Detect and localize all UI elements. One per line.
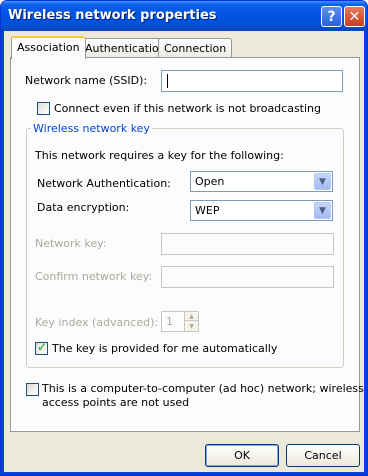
spin-up-icon[interactable]: ▲: [185, 312, 198, 321]
auto-key-checkbox[interactable]: ✓: [35, 340, 48, 355]
chevron-down-icon[interactable]: ▼: [314, 202, 331, 219]
ok-button[interactable]: OK: [205, 444, 279, 467]
confirm-key-label: Confirm network key:: [35, 270, 153, 283]
connect-hidden-checkbox[interactable]: [37, 102, 50, 115]
key-required-text: This network requires a key for the foll…: [35, 149, 284, 162]
text-caret: [167, 74, 168, 88]
key-index-label: Key index (advanced):: [35, 316, 159, 329]
key-index-input[interactable]: 1: [161, 311, 185, 332]
cancel-button-label: Cancel: [304, 449, 342, 462]
encryption-select[interactable]: WEP ▼: [190, 200, 333, 221]
auth-selected-value: Open: [195, 175, 225, 188]
checkmark-icon: ✓: [37, 340, 48, 354]
adhoc-checkbox[interactable]: [26, 383, 39, 396]
cancel-button[interactable]: Cancel: [286, 444, 360, 467]
ssid-input[interactable]: [161, 70, 343, 92]
encryption-label: Data encryption:: [37, 201, 130, 214]
auth-label: Network Authentication:: [37, 177, 171, 190]
spin-down-icon[interactable]: ▼: [185, 322, 198, 331]
auth-select[interactable]: Open ▼: [190, 171, 333, 192]
auto-key-label[interactable]: The key is provided for me automatically: [52, 342, 277, 355]
wireless-key-group-title: Wireless network key: [31, 122, 152, 135]
chevron-down-icon[interactable]: ▼: [314, 173, 331, 190]
key-index-spinner[interactable]: ▲ ▼: [184, 311, 199, 332]
ok-button-label: OK: [234, 449, 250, 462]
key-index-value: 1: [166, 315, 173, 328]
adhoc-label-line1[interactable]: This is a computer-to-computer (ad hoc) …: [42, 382, 364, 395]
confirm-key-input[interactable]: [161, 266, 334, 288]
dialog-window: Wireless network properties ? ✕ Associat…: [0, 0, 368, 476]
ssid-label: Network name (SSID):: [25, 74, 148, 87]
network-key-input[interactable]: [161, 233, 334, 255]
connect-hidden-label[interactable]: Connect even if this network is not broa…: [54, 102, 321, 115]
encryption-selected-value: WEP: [195, 204, 220, 217]
network-key-label: Network key:: [35, 237, 107, 250]
adhoc-label-line2[interactable]: access points are not used: [42, 396, 189, 409]
